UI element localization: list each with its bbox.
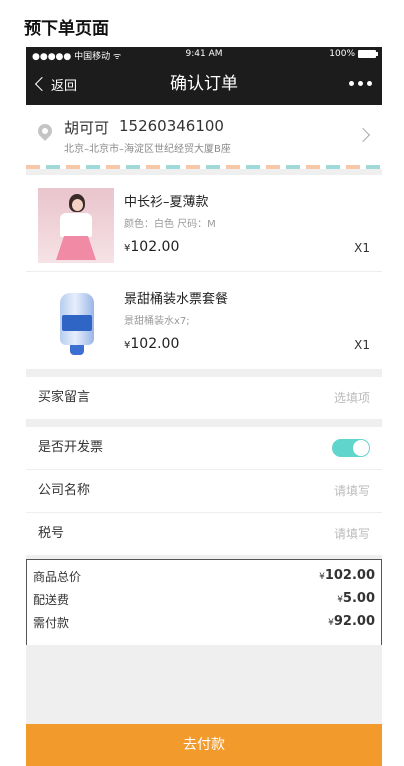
tax-id-input[interactable]: 请填写 <box>334 513 370 555</box>
company-name-label: 公司名称 <box>38 483 91 498</box>
tax-id-label: 税号 <box>38 526 65 541</box>
chevron-right-icon <box>355 127 371 143</box>
goods-total-value: ¥102.00 <box>319 568 375 583</box>
product-spec: 景甜桶装水x7; <box>124 316 190 327</box>
price-summary: 商品总价 ¥102.00 配送费 ¥5.00 需付款 ¥92.00 <box>26 559 382 645</box>
product-quantity: X1 <box>354 338 370 352</box>
company-name-input[interactable]: 请填写 <box>334 470 370 512</box>
product-list: 中长衫–夏薄款 颜色：白色 尺码：M ¥102.00 X1 景甜桶装水票套餐 景… <box>26 175 382 369</box>
phone-screen: ●●●●● 中国移动 ᯤ 9:41 AM 100% 返回 确认订单 胡可可 15… <box>26 47 382 766</box>
payable-row: 需付款 ¥92.00 <box>33 614 375 634</box>
amount: 102.00 <box>324 568 375 583</box>
product-price: ¥102.00 <box>124 336 179 352</box>
envelope-stripe <box>26 165 382 169</box>
more-dot <box>358 81 363 86</box>
shipping-row: 配送费 ¥5.00 <box>33 591 375 611</box>
bottle-cap <box>70 345 84 355</box>
buyer-message-row[interactable]: 买家留言 选填项 <box>26 377 382 419</box>
product-item[interactable]: 景甜桶装水票套餐 景甜桶装水x7; ¥102.00 X1 <box>26 272 382 369</box>
product-price: ¥102.00 <box>124 239 179 255</box>
battery-icon <box>358 50 378 58</box>
product-item[interactable]: 中长衫–夏薄款 颜色：白色 尺码：M ¥102.00 X1 <box>26 175 382 272</box>
battery-indicator: 100% <box>329 49 378 59</box>
invoice-toggle[interactable] <box>332 439 370 457</box>
shirt <box>60 213 92 237</box>
page-caption: 预下单页面 <box>24 19 109 39</box>
product-name: 景甜桶装水票套餐 <box>124 292 229 307</box>
product-name: 中长衫–夏薄款 <box>124 195 209 210</box>
company-name-row[interactable]: 公司名称 请填写 <box>26 470 382 512</box>
skirt <box>56 236 96 260</box>
goods-total-row: 商品总价 ¥102.00 <box>33 568 375 588</box>
location-pin-icon <box>35 121 55 141</box>
recipient-phone: 15260346100 <box>119 117 224 135</box>
buyer-message-label: 买家留言 <box>38 390 91 405</box>
tax-id-row[interactable]: 税号 请填写 <box>26 513 382 555</box>
price-value: 102.00 <box>130 336 180 352</box>
shipping-label: 配送费 <box>33 593 70 607</box>
page-title: 确认订单 <box>170 74 238 94</box>
price-value: 102.00 <box>130 239 180 255</box>
amount: 5.00 <box>342 591 375 606</box>
product-spec: 颜色：白色 尺码：M <box>124 219 216 230</box>
recipient-name: 胡可可 <box>64 119 110 137</box>
pay-button[interactable]: 去付款 <box>26 724 382 766</box>
more-dot <box>367 81 372 86</box>
nav-bar: 返回 确认订单 <box>26 63 382 105</box>
buyer-message-input[interactable]: 选填项 <box>334 377 370 419</box>
amount: 92.00 <box>333 614 375 629</box>
address-card[interactable]: 胡可可 15260346100 北京–北京市–海淀区世纪经贸大厦B座 <box>26 105 382 169</box>
payable-value: ¥92.00 <box>328 614 375 629</box>
recipient-address: 北京–北京市–海淀区世纪经贸大厦B座 <box>64 144 231 155</box>
product-image-dress <box>38 188 114 263</box>
status-bar: ●●●●● 中国移动 ᯤ 9:41 AM 100% <box>26 47 382 63</box>
more-dot <box>349 81 354 86</box>
invoice-toggle-label: 是否开发票 <box>38 440 104 455</box>
product-image-water <box>38 285 114 360</box>
bottle-label <box>62 315 92 331</box>
face <box>72 199 83 211</box>
product-quantity: X1 <box>354 241 370 255</box>
shipping-value: ¥5.00 <box>337 591 375 606</box>
more-icon[interactable] <box>349 81 372 86</box>
goods-total-label: 商品总价 <box>33 570 82 584</box>
battery-percent: 100% <box>329 49 355 59</box>
invoice-toggle-row: 是否开发票 <box>26 427 382 469</box>
payable-label: 需付款 <box>33 616 70 630</box>
